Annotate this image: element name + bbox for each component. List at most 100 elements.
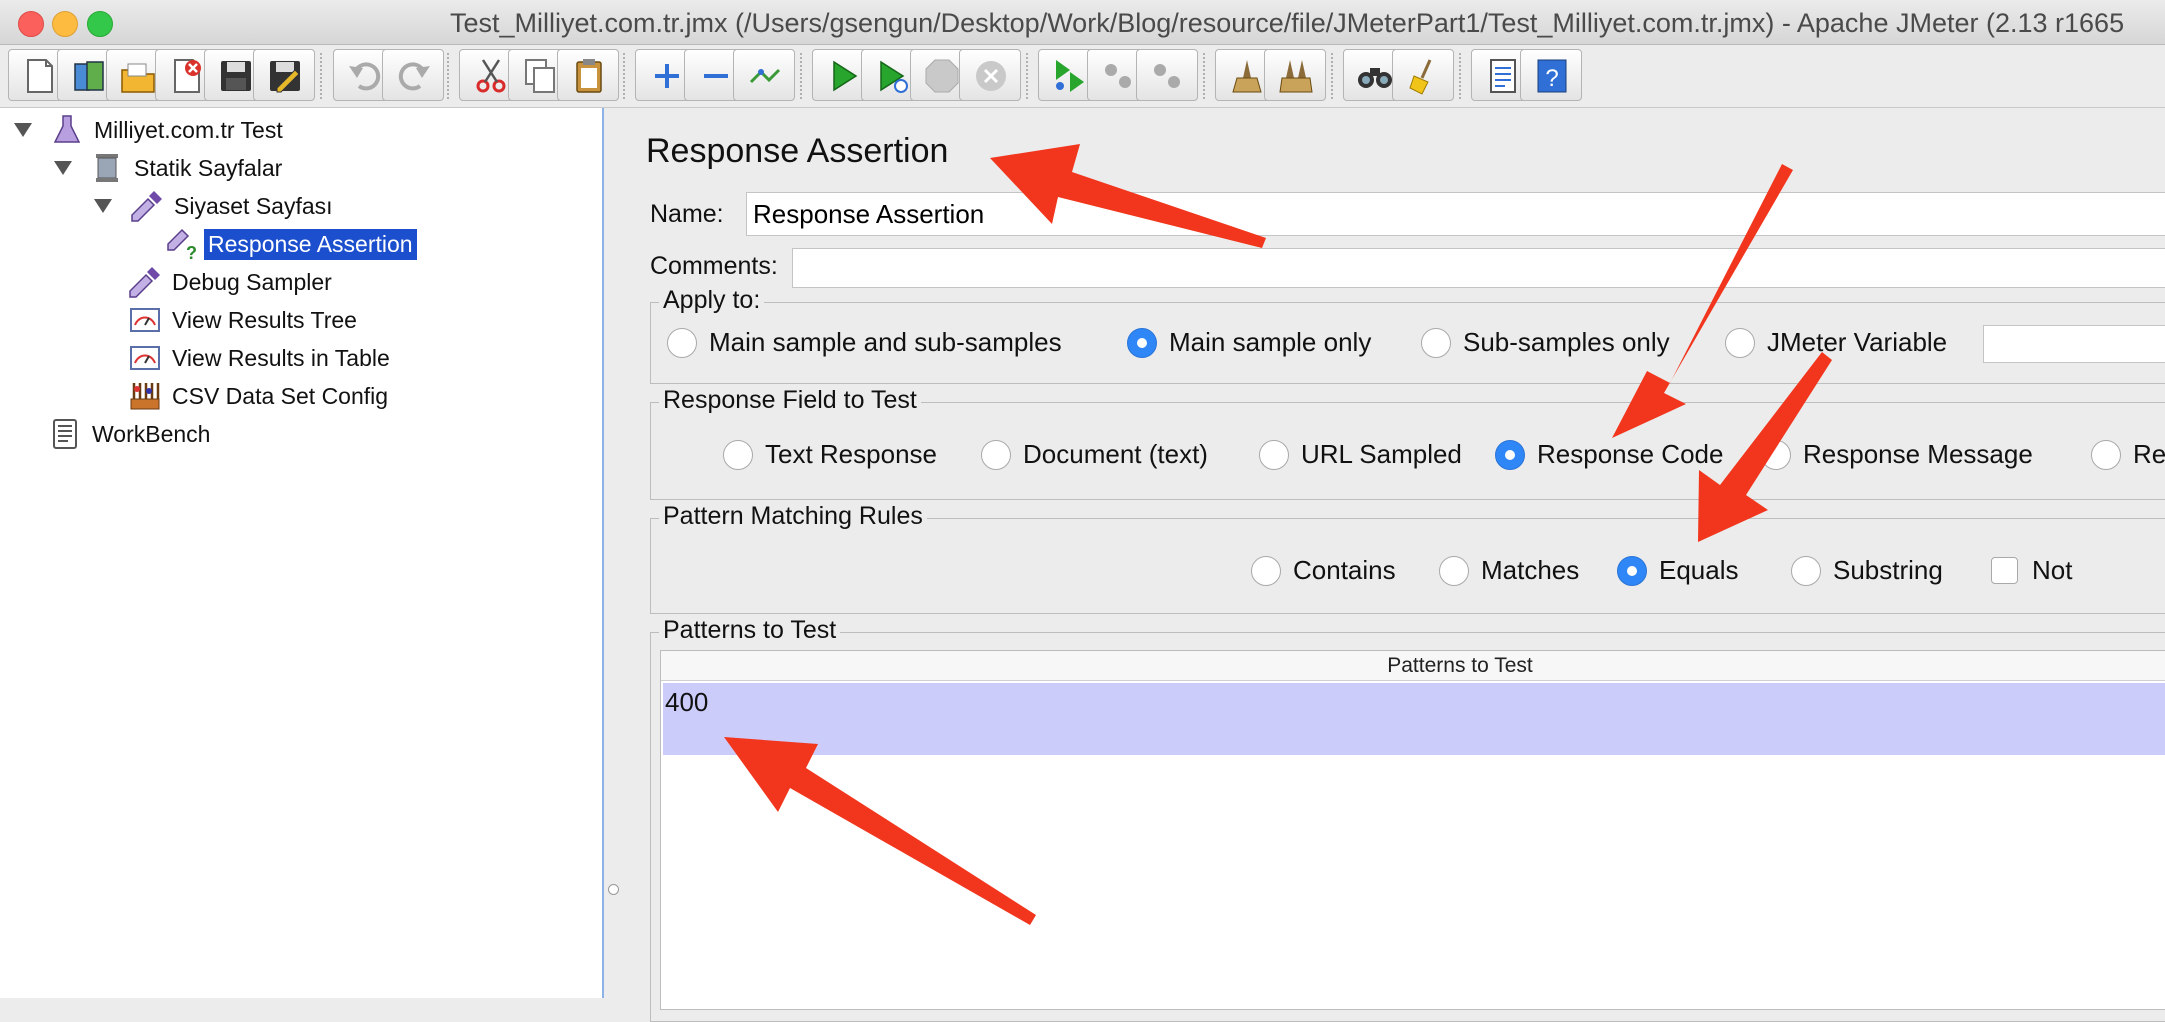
radio-button[interactable] (723, 439, 753, 470)
reset-search-button[interactable] (1392, 49, 1454, 101)
close-icon (174, 59, 201, 93)
apply-main-and-sub-radio[interactable]: Main sample and sub-samples (667, 327, 1062, 358)
function-helper-icon (1490, 59, 1516, 93)
field-document-radio[interactable]: Document (text) (981, 439, 1208, 470)
start-no-pause-icon (880, 60, 908, 93)
table-row[interactable]: 400 (663, 683, 2165, 755)
tree-item-label: Debug Sampler (172, 268, 332, 295)
toolbar: ? (0, 45, 2165, 108)
undo-icon (349, 62, 381, 91)
clear-all-button[interactable] (1264, 49, 1326, 101)
apply-jmeter-variable-radio[interactable]: JMeter Variable (1725, 327, 1947, 358)
tree-item-label: Milliyet.com.tr Test (94, 116, 283, 143)
rule-matches-radio[interactable]: Matches (1439, 555, 1579, 586)
redo-button[interactable] (382, 49, 444, 101)
field-text-response-radio[interactable]: Text Response (723, 439, 937, 470)
window-close-button[interactable] (18, 11, 44, 37)
splitter-handle[interactable] (608, 884, 619, 895)
tree-item-label: View Results Tree (172, 306, 357, 333)
thread-group-icon (96, 154, 118, 182)
title-bar: Test_Milliyet.com.tr.jmx (/Users/gsengun… (0, 0, 2165, 45)
shutdown-button[interactable] (959, 49, 1021, 101)
radio-button[interactable] (1251, 555, 1281, 586)
toolbar-separator (1203, 53, 1205, 99)
radio-button[interactable] (1617, 555, 1647, 586)
table-cell[interactable]: 400 (663, 687, 2165, 718)
remote-shutdown-button[interactable] (1136, 49, 1198, 101)
tree-item-view-results-tree[interactable]: View Results Tree (128, 302, 361, 338)
table-column-header[interactable]: Patterns to Test (661, 651, 2165, 681)
tree-expand-toggle[interactable] (14, 123, 32, 137)
radio-button[interactable] (667, 327, 697, 358)
name-field[interactable] (746, 192, 2165, 236)
new-icon (27, 59, 53, 93)
toggle-icon (749, 68, 781, 84)
checkbox[interactable] (1991, 557, 2018, 584)
shutdown-icon (976, 61, 1006, 91)
radio-button[interactable] (1791, 555, 1821, 586)
save-as-button[interactable] (253, 49, 315, 101)
radio-button[interactable] (2091, 439, 2121, 470)
tree-item-debug-sampler[interactable]: Debug Sampler (128, 264, 336, 300)
window-title: Test_Milliyet.com.tr.jmx (/Users/gsengun… (450, 8, 2125, 38)
tree-item-csv-data-set[interactable]: CSV Data Set Config (128, 378, 392, 414)
comments-label: Comments: (650, 252, 778, 280)
response-field-title: Response Field to Test (659, 386, 921, 415)
patterns-title: Patterns to Test (659, 616, 841, 645)
tree-item-response-assertion[interactable]: ? Response Assertion (164, 226, 417, 262)
apply-sub-only-radio[interactable]: Sub-samples only (1421, 327, 1670, 358)
test-plan-tree: Milliyet.com.tr Test Statik Sayfalar Siy… (0, 108, 604, 998)
radio-button[interactable] (1439, 555, 1469, 586)
rule-substring-radio[interactable]: Substring (1791, 555, 1943, 586)
expand-icon (655, 64, 679, 88)
toolbar-separator (447, 53, 449, 99)
panel-splitter[interactable] (604, 108, 622, 998)
templates-icon (74, 61, 104, 91)
stop-icon (925, 59, 959, 93)
radio-button[interactable] (1259, 439, 1289, 470)
window-zoom-button[interactable] (87, 11, 113, 37)
toggle-button[interactable] (733, 49, 795, 101)
pattern-rules-group: Pattern Matching Rules Contains Matches … (650, 502, 2165, 614)
cut-icon (476, 59, 506, 93)
tree-item-label: Response Assertion (204, 228, 417, 260)
tree-expand-toggle[interactable] (94, 199, 112, 213)
jmeter-variable-field[interactable] (1983, 325, 2165, 363)
sampler-icon (129, 267, 160, 298)
paste-button[interactable] (557, 49, 619, 101)
test-plan-icon (53, 115, 81, 143)
radio-button[interactable] (1495, 439, 1525, 470)
tree-item-view-results-table[interactable]: View Results in Table (128, 340, 394, 376)
field-url-sampled-radio[interactable]: URL Sampled (1259, 439, 1462, 470)
search-icon (1358, 68, 1392, 88)
field-response-headers-radio[interactable]: Resp (2091, 439, 2165, 470)
radio-button[interactable] (1127, 327, 1157, 358)
radio-button[interactable] (1421, 327, 1451, 358)
radio-button[interactable] (1725, 327, 1755, 358)
rule-contains-radio[interactable]: Contains (1251, 555, 1396, 586)
radio-button[interactable] (1761, 439, 1791, 470)
apply-main-only-radio[interactable]: Main sample only (1127, 327, 1371, 358)
clear-all-icon (1279, 60, 1313, 93)
help-button[interactable]: ? (1520, 49, 1582, 101)
svg-text:?: ? (186, 243, 197, 261)
patterns-table: Patterns to Test 400 (660, 650, 2165, 1010)
comments-field[interactable] (792, 248, 2165, 288)
response-field-group: Response Field to Test Text Response Doc… (650, 386, 2165, 500)
tree-item-thread-group[interactable]: Statik Sayfalar (54, 150, 286, 186)
tree-expand-toggle[interactable] (54, 161, 72, 175)
rule-not-checkbox[interactable]: Not (1991, 555, 2072, 586)
field-response-code-radio[interactable]: Response Code (1495, 439, 1723, 470)
rule-equals-radio[interactable]: Equals (1617, 555, 1739, 586)
tree-item-sampler[interactable]: Siyaset Sayfası (94, 188, 337, 224)
config-icon (130, 383, 160, 410)
listener-icon (130, 308, 160, 332)
sampler-icon (131, 191, 162, 222)
field-response-message-radio[interactable]: Response Message (1761, 439, 2033, 470)
response-assertion-panel: Response Assertion Name: Comments: Apply… (622, 108, 2165, 1022)
reset-search-icon (1409, 59, 1432, 95)
tree-item-workbench[interactable]: WorkBench (48, 416, 214, 452)
radio-button[interactable] (981, 439, 1011, 470)
window-minimize-button[interactable] (52, 11, 78, 37)
tree-item-test-plan[interactable]: Milliyet.com.tr Test (14, 112, 287, 148)
